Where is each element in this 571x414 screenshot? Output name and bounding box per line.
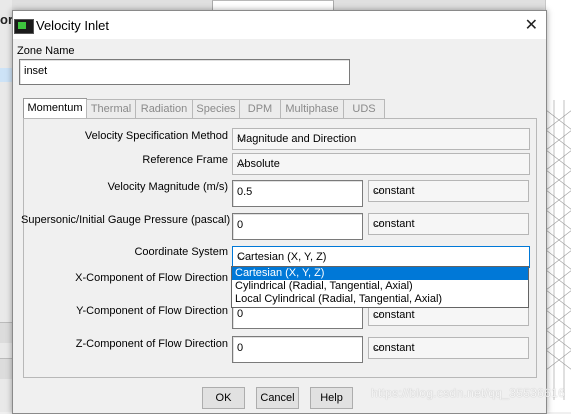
button-label: Cancel: [260, 392, 295, 404]
dropdown-option-cartesian[interactable]: Cartesian (X, Y, Z): [232, 267, 528, 280]
option-label: Cartesian (X, Y, Z): [235, 267, 325, 279]
velocity-spec-method-select[interactable]: Magnitude and Direction ⌵: [232, 128, 530, 150]
title-bar[interactable]: Velocity Inlet ✕: [13, 11, 546, 39]
background-button-stub: [0, 322, 12, 343]
gauge-pressure-label: Supersonic/Initial Gauge Pressure (pasca…: [21, 214, 231, 226]
dialog-title: Velocity Inlet: [36, 18, 109, 33]
tab-radiation[interactable]: Radiation: [135, 99, 193, 118]
dropdown-option-cylindrical[interactable]: Cylindrical (Radial, Tangential, Axial): [232, 280, 528, 293]
watermark-text: https://blog.csdn.net/qq_35536616: [371, 386, 566, 400]
tab-dpm[interactable]: DPM: [239, 99, 281, 118]
chevron-down-icon: ⌵: [237, 249, 247, 263]
chevron-down-icon: ⌵: [237, 131, 247, 145]
fluent-app-icon: [14, 19, 34, 34]
button-label: Help: [320, 392, 343, 404]
coordinate-system-select[interactable]: Cartesian (X, Y, Z) ⌵: [232, 246, 530, 268]
mesh-graphic: [546, 100, 571, 400]
tab-multiphase[interactable]: Multiphase: [280, 99, 344, 118]
close-icon[interactable]: ✕: [525, 15, 538, 35]
cancel-button[interactable]: Cancel: [256, 387, 299, 409]
coordinate-system-label: Coordinate System: [134, 246, 228, 258]
tab-label: DPM: [247, 103, 273, 115]
y-component-label: Y-Component of Flow Direction: [76, 305, 228, 317]
chevron-down-icon: ⌵: [373, 340, 383, 354]
tab-thermal[interactable]: Thermal: [86, 99, 136, 118]
coordinate-system-dropdown-list: Cartesian (X, Y, Z) Cylindrical (Radial,…: [231, 266, 529, 308]
background-button-stub: [0, 358, 12, 379]
tab-momentum[interactable]: Momentum: [23, 98, 87, 119]
z-component-input[interactable]: 0: [232, 336, 363, 363]
input-value: 0: [237, 219, 244, 231]
zone-name-input[interactable]: inset: [19, 59, 350, 85]
velocity-magnitude-profile-select[interactable]: constant ⌵: [368, 180, 529, 202]
button-label: OK: [215, 392, 232, 404]
tab-bar: Momentum Thermal Radiation Species DPM M…: [23, 98, 533, 119]
velocity-spec-method-label: Velocity Specification Method: [84, 130, 228, 142]
gauge-pressure-input[interactable]: 0: [232, 213, 363, 240]
background-selected-row: [0, 68, 12, 82]
chevron-down-icon: ⌵: [237, 156, 247, 170]
option-label: Local Cylindrical (Radial, Tangential, A…: [235, 293, 443, 305]
tab-label: Species: [196, 103, 236, 115]
chevron-down-icon: ⌵: [373, 216, 383, 230]
tab-label: UDS: [352, 103, 376, 115]
z-component-profile-select[interactable]: constant ⌵: [368, 337, 529, 359]
reference-frame-label: Reference Frame: [142, 154, 228, 166]
tab-label: Momentum: [27, 102, 83, 114]
tab-label: Radiation: [140, 103, 188, 115]
zone-name-label: Zone Name: [17, 45, 75, 57]
tab-label: Thermal: [90, 103, 132, 115]
option-label: Cylindrical (Radial, Tangential, Axial): [235, 280, 413, 292]
input-value: 0.5: [237, 186, 253, 198]
velocity-inlet-dialog: Velocity Inlet ✕ Zone Name inset Momentu…: [12, 10, 547, 414]
gauge-pressure-profile-select[interactable]: constant ⌵: [368, 213, 529, 235]
tab-label: Multiphase: [285, 103, 339, 115]
tab-uds[interactable]: UDS: [343, 99, 385, 118]
velocity-magnitude-input[interactable]: 0.5: [232, 180, 363, 207]
chevron-down-icon: ⌵: [373, 183, 383, 197]
background-top-bar: [12, 0, 545, 11]
tab-species[interactable]: Species: [192, 99, 240, 118]
dropdown-option-local-cylindrical[interactable]: Local Cylindrical (Radial, Tangential, A…: [232, 293, 528, 306]
help-button[interactable]: Help: [310, 387, 353, 409]
input-value: 0: [237, 308, 244, 320]
reference-frame-select[interactable]: Absolute ⌵: [232, 153, 530, 175]
zone-name-value: inset: [24, 65, 48, 77]
input-value: 0: [237, 342, 244, 354]
ok-button[interactable]: OK: [202, 387, 245, 409]
background-mesh-view: [545, 0, 571, 412]
background-left-text: or: [0, 12, 13, 27]
chevron-down-icon: ⌵: [373, 307, 383, 321]
x-component-label: X-Component of Flow Direction: [75, 272, 228, 284]
z-component-label: Z-Component of Flow Direction: [75, 338, 228, 350]
velocity-magnitude-label: Velocity Magnitude (m/s): [107, 181, 228, 193]
